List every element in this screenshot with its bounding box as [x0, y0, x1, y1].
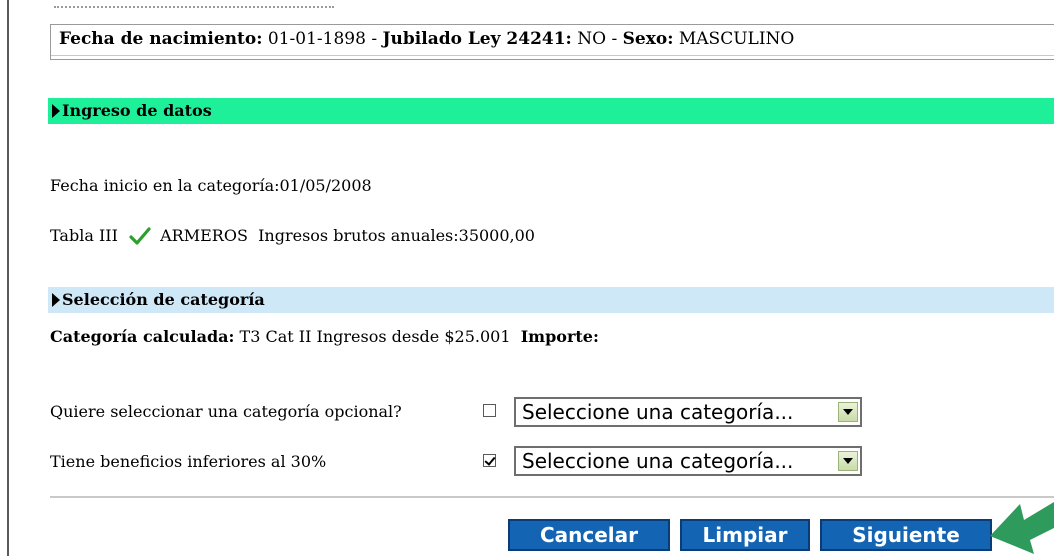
next-button[interactable]: Siguiente — [820, 519, 992, 551]
triangle-right-icon — [52, 293, 60, 307]
income-value: 35000,00 — [458, 226, 535, 245]
select-value: Seleccione una categoría... — [522, 449, 794, 473]
retired-label: Jubilado Ley 24241: — [382, 29, 572, 49]
section-title: Ingreso de datos — [62, 101, 212, 120]
person-info-box: Fecha de nacimiento: 01-01-1898 - Jubila… — [50, 24, 1054, 60]
form-divider — [50, 496, 1054, 498]
dropdown-arrow-icon[interactable] — [838, 451, 858, 471]
birth-date-value: 01-01-1898 — [267, 29, 366, 49]
separator: - — [611, 29, 618, 49]
info-box-divider — [51, 55, 1054, 56]
activity-name: ARMEROS — [160, 226, 248, 245]
start-date-value: 01/05/2008 — [279, 176, 372, 195]
optional-category-select[interactable]: Seleccione una categoría... — [514, 397, 862, 427]
section-category-header: Selección de categoría — [48, 287, 1054, 313]
calculated-category-label: Categoría calculada: — [50, 327, 235, 346]
low-benefits-select[interactable]: Seleccione una categoría... — [514, 446, 862, 476]
low-benefits-checkbox[interactable] — [483, 454, 496, 467]
cropped-top-text — [54, 0, 334, 8]
person-info-line: Fecha de nacimiento: 01-01-1898 - Jubila… — [59, 29, 794, 49]
sex-label: Sexo: — [622, 29, 674, 49]
dropdown-arrow-icon[interactable] — [838, 402, 858, 422]
sex-value: MASCULINO — [678, 29, 795, 49]
separator: - — [371, 29, 378, 49]
cancel-button[interactable]: Cancelar — [508, 519, 670, 551]
left-border-rule — [7, 0, 9, 556]
clear-button[interactable]: Limpiar — [680, 519, 810, 551]
optional-category-checkbox[interactable] — [483, 404, 496, 417]
start-date-line: Fecha inicio en la categoría:01/05/2008 — [50, 176, 372, 195]
triangle-right-icon — [52, 104, 60, 118]
calculated-category-value: T3 Cat II Ingresos desde $25.001 — [239, 327, 511, 346]
income-label: Ingresos brutos anuales: — [258, 226, 459, 245]
section-title: Selección de categoría — [62, 290, 265, 309]
birth-date-label: Fecha de nacimiento: — [59, 29, 263, 49]
select-value: Seleccione una categoría... — [522, 400, 794, 424]
low-benefits-label: Tiene beneficios inferiores al 30% — [50, 452, 327, 471]
table-label: Tabla III — [50, 226, 118, 245]
section-data-entry-header: Ingreso de datos — [48, 98, 1054, 124]
pointer-arrow-icon — [990, 502, 1054, 554]
table-activity-line: Tabla III ARMEROS Ingresos brutos anuale… — [50, 226, 535, 245]
optional-category-label: Quiere seleccionar una categoría opciona… — [50, 402, 402, 421]
amount-label: Importe: — [520, 327, 599, 346]
calculated-category-line: Categoría calculada: T3 Cat II Ingresos … — [50, 327, 599, 346]
retired-value: NO — [577, 29, 607, 49]
checkmark-icon — [129, 227, 151, 245]
start-date-label: Fecha inicio en la categoría: — [50, 176, 280, 195]
